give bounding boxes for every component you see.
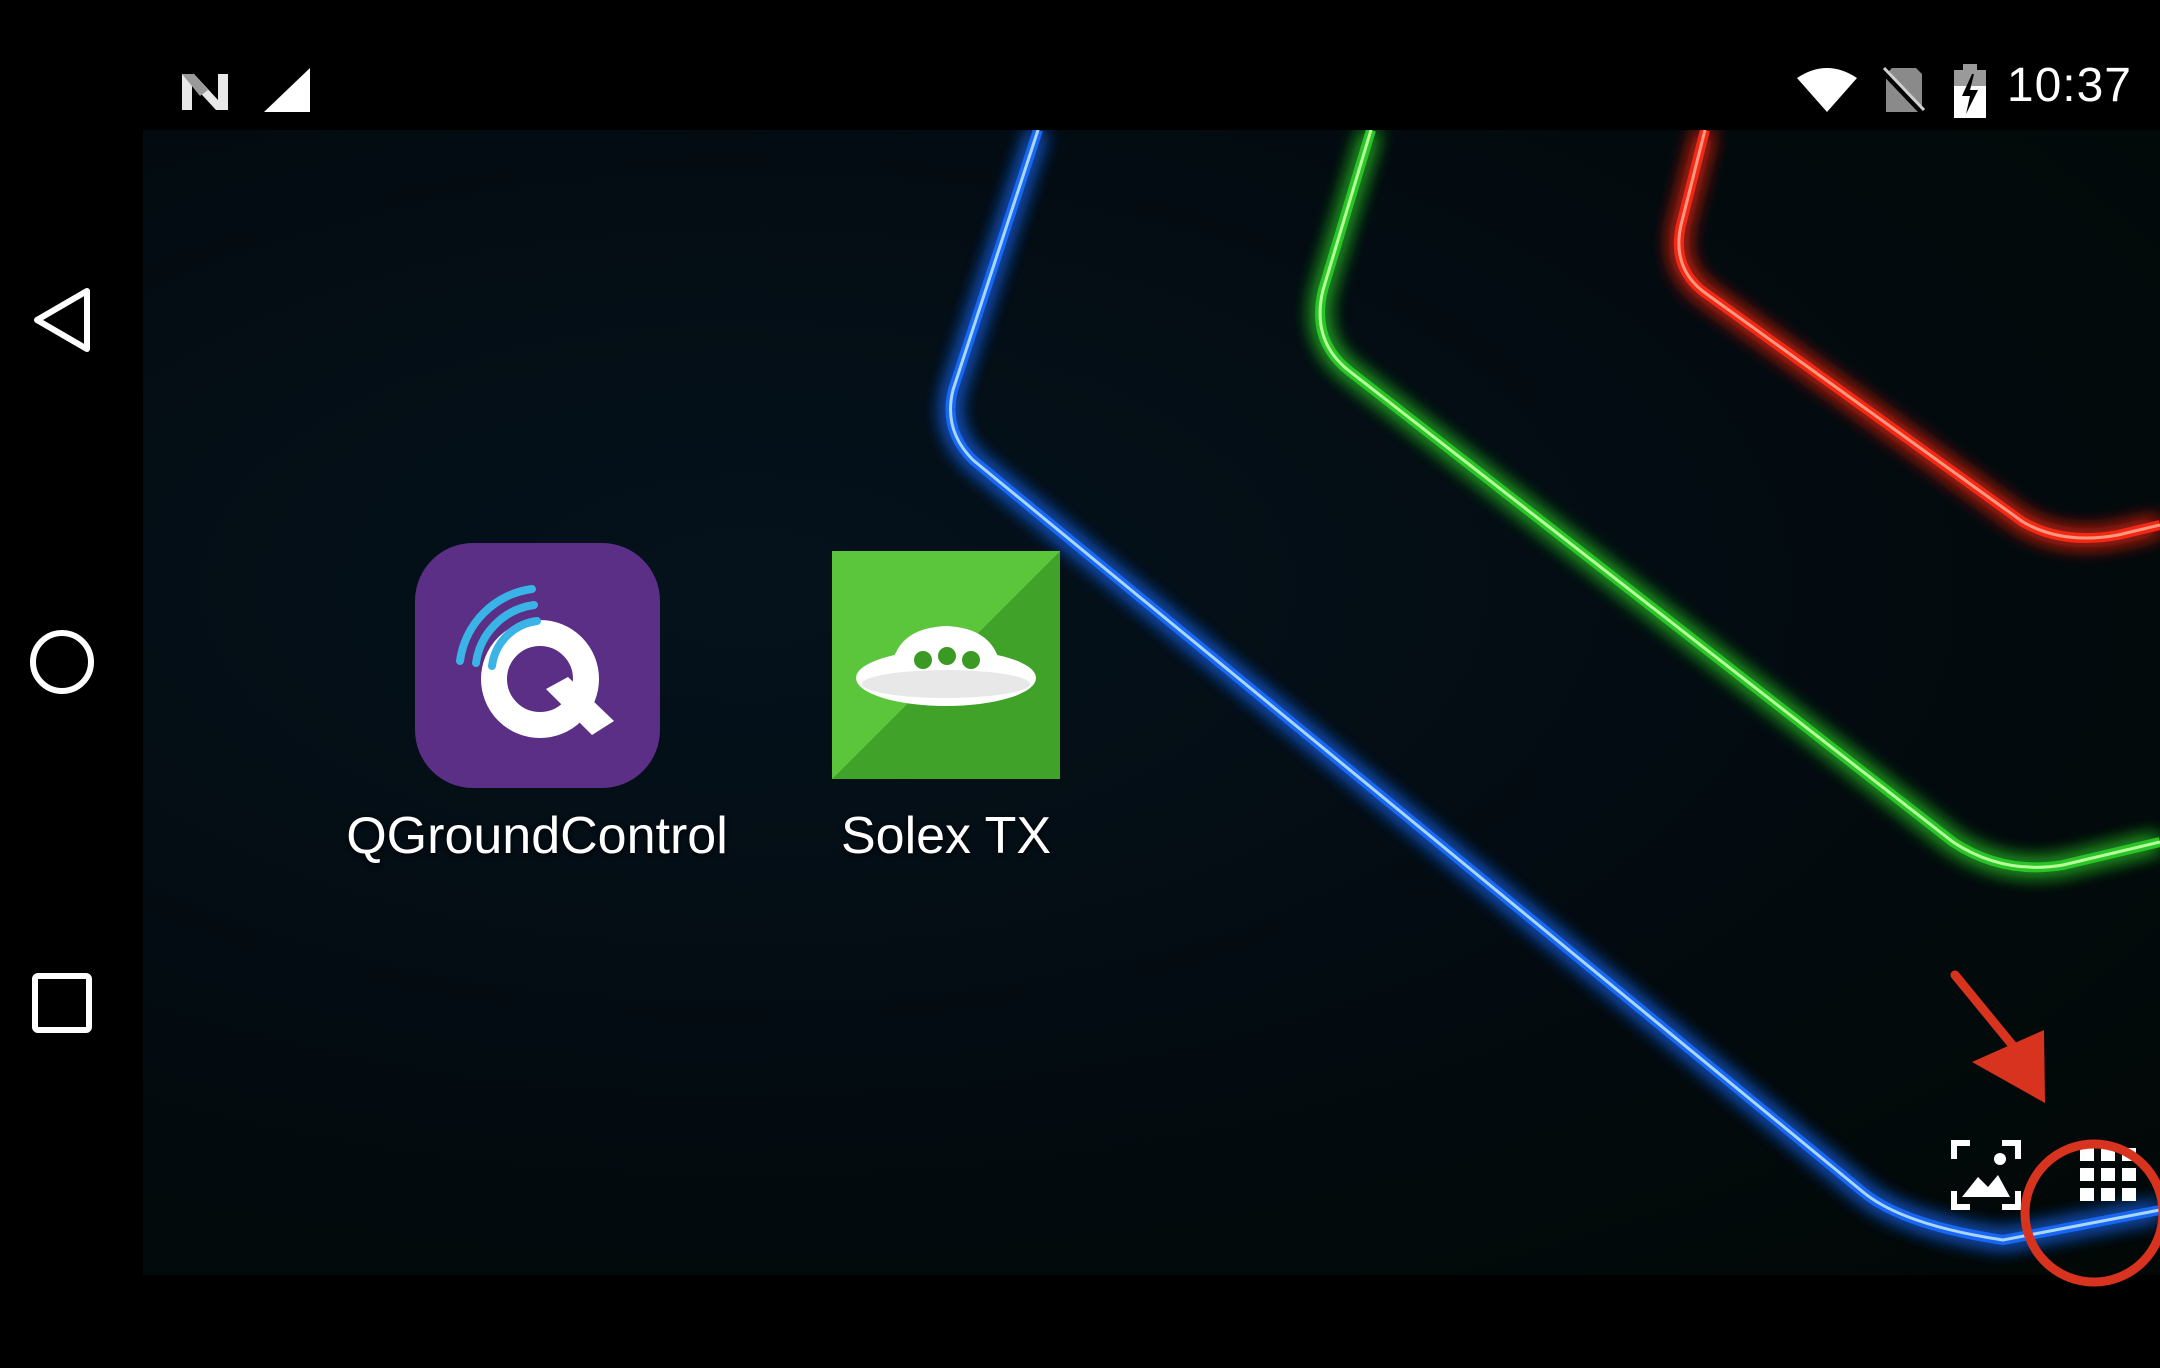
wallpaper-picker-icon xyxy=(1951,1140,2021,1210)
bottom-letterbox xyxy=(0,1275,2160,1368)
home-button[interactable] xyxy=(22,622,102,702)
recents-icon xyxy=(32,973,92,1033)
notification-n-icon xyxy=(182,74,228,110)
home-screen: QGroundControl Solex TX xyxy=(143,130,2160,1275)
status-bar: 10:37 xyxy=(0,0,2160,130)
navigation-bar xyxy=(0,130,143,1368)
wifi-icon xyxy=(1797,68,1857,112)
clock: 10:37 xyxy=(2006,59,2132,112)
recents-button[interactable] xyxy=(22,963,102,1043)
battery-charging-icon xyxy=(1954,64,1986,118)
wallpaper-picker-button[interactable] xyxy=(1941,1130,2031,1220)
back-icon xyxy=(34,288,90,352)
back-button[interactable] xyxy=(22,280,102,360)
solex-ufo-icon xyxy=(832,551,1060,779)
app-drawer-button[interactable] xyxy=(2063,1130,2153,1220)
home-icon xyxy=(30,630,94,694)
no-sim-icon xyxy=(1880,66,1926,116)
app-solex-tx[interactable]: Solex TX xyxy=(736,543,1156,866)
qgroundcontrol-icon xyxy=(414,543,660,788)
app-qgroundcontrol[interactable]: QGroundControl xyxy=(327,543,747,866)
app-drawer-icon xyxy=(2080,1148,2136,1201)
cell-signal-icon xyxy=(264,68,310,112)
app-label-qgroundcontrol: QGroundControl xyxy=(346,807,728,865)
app-label-solex-tx: Solex TX xyxy=(840,807,1052,865)
